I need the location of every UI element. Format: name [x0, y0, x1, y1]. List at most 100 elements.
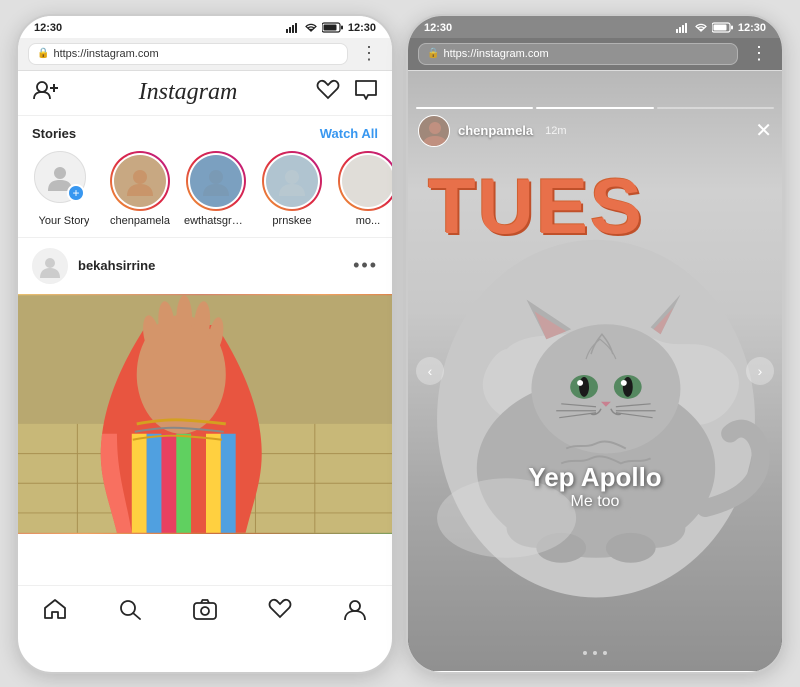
story-bottom-dots — [408, 651, 782, 655]
avatar-face-icon — [125, 166, 155, 196]
search-icon — [118, 598, 142, 620]
story-viewer-container: chenpamela 12m ✕ TUES Yep Apollo Me too … — [408, 71, 782, 671]
profile-icon — [343, 598, 367, 620]
story-viewer: chenpamela 12m ✕ TUES Yep Apollo Me too … — [408, 71, 782, 671]
camera-icon — [193, 598, 217, 620]
post-avatar-icon — [38, 254, 62, 278]
add-user-icon — [32, 79, 60, 101]
status-bar-left: 12:30 — [18, 16, 392, 38]
story-ring-more — [338, 151, 392, 211]
more-avatar-wrap — [338, 151, 392, 211]
status-bar-right: 12:30 12:30 — [408, 16, 782, 38]
story-time: 12m — [545, 125, 566, 137]
status-time-right: 12:30 — [424, 22, 452, 34]
stories-header: Stories Watch All — [18, 116, 392, 147]
wifi-icon — [304, 23, 318, 33]
avatar-face4-icon — [353, 166, 383, 196]
battery-icon — [322, 22, 344, 33]
progress-seg-2 — [536, 107, 653, 109]
story-caption-main: Yep Apollo — [408, 462, 782, 493]
story-nav-left-button[interactable]: ‹ — [416, 357, 444, 385]
your-story-label: Your Story — [39, 215, 90, 227]
heart-icon — [316, 79, 340, 101]
message-nav-icon[interactable] — [354, 79, 378, 107]
post-username: bekahsirrine — [78, 258, 343, 273]
progress-seg-1 — [416, 107, 533, 109]
add-user-button[interactable] — [32, 79, 60, 107]
more-label: mo... — [356, 215, 380, 227]
story-username: chenpamela — [458, 123, 533, 138]
post-more-button[interactable]: ••• — [353, 255, 378, 276]
chenpamela-avatar — [114, 155, 166, 207]
ig-bottom-nav — [18, 585, 392, 639]
watch-all-button[interactable]: Watch All — [320, 126, 378, 141]
story-plus-icon: + — [67, 184, 85, 202]
url-bar-left[interactable]: 🔒 https://instagram.com — [28, 43, 348, 65]
home-nav-button[interactable] — [33, 596, 77, 629]
signal-icon — [286, 23, 300, 33]
search-nav-button[interactable] — [108, 596, 152, 629]
story-nav-right-button[interactable]: › — [746, 357, 774, 385]
stories-row: + Your Story — [18, 147, 392, 238]
your-story-avatar-wrap: + — [34, 151, 94, 211]
avatar-face2-icon — [201, 166, 231, 196]
story-dot-1 — [583, 651, 587, 655]
post-image-svg — [18, 294, 392, 534]
left-phone: 12:30 — [16, 14, 394, 674]
chenpamela-avatar-wrap — [110, 151, 170, 211]
story-item-your-story[interactable]: + Your Story — [32, 151, 96, 227]
progress-seg-3 — [657, 107, 774, 109]
camera-nav-button[interactable] — [183, 596, 227, 629]
story-caption: Yep Apollo Me too — [408, 462, 782, 511]
browser-menu-left[interactable]: ⋮ — [356, 43, 382, 64]
browser-url-right: https://instagram.com — [443, 48, 729, 60]
stories-title: Stories — [32, 126, 76, 141]
ig-topnav-right — [316, 79, 378, 107]
story-caption-sub: Me too — [408, 493, 782, 511]
story-dot-3 — [603, 651, 607, 655]
wifi-icon-right — [694, 23, 708, 33]
story-item-chenpamela[interactable]: chenpamela — [108, 151, 172, 227]
story-progress-bar — [416, 107, 774, 109]
status-icons-right: 12:30 — [676, 22, 766, 34]
heart-nav-button[interactable] — [258, 596, 302, 629]
heart-nav-icon — [268, 598, 292, 620]
story-user-avatar-icon — [419, 116, 450, 147]
story-item-ewthatsgross[interactable]: ewthatsgross — [184, 151, 248, 227]
signal-icon-right — [676, 23, 690, 33]
story-user-avatar[interactable] — [418, 115, 450, 147]
ewthatsgross-avatar — [190, 155, 242, 207]
feed-post-header: bekahsirrine ••• — [18, 238, 392, 294]
story-topbar: chenpamela 12m ✕ — [418, 115, 772, 147]
browser-menu-right[interactable]: ⋮ — [746, 43, 772, 64]
story-item-more[interactable]: mo... — [336, 151, 392, 227]
home-icon — [43, 598, 67, 620]
story-ring-chenpamela — [110, 151, 170, 211]
profile-nav-button[interactable] — [333, 596, 377, 629]
url-bar-right[interactable]: 🔒 https://instagram.com — [418, 43, 738, 65]
battery-icon-right — [712, 22, 734, 33]
chenpamela-label: chenpamela — [110, 215, 170, 227]
status-icons-left: 12:30 — [286, 22, 376, 34]
ewthatsgross-avatar-wrap — [186, 151, 246, 211]
right-phone: 12:30 12:30 — [406, 14, 784, 674]
story-big-text: TUES — [428, 161, 644, 252]
browser-bar-right: 🔒 https://instagram.com ⋮ — [408, 38, 782, 71]
story-ring-ewthatsgross — [186, 151, 246, 211]
ewthatsgross-label: ewthatsgross — [184, 215, 248, 227]
message-icon — [354, 79, 378, 101]
instagram-app: Instagram Stories — [18, 71, 392, 639]
prnskee-avatar-wrap — [262, 151, 322, 211]
story-item-prnskee[interactable]: prnskee — [260, 151, 324, 227]
avatar-face3-icon — [277, 166, 307, 196]
status-time-left: 12:30 — [34, 22, 62, 34]
browser-bar-left: 🔒 https://instagram.com ⋮ — [18, 38, 392, 71]
story-close-button[interactable]: ✕ — [755, 118, 772, 143]
browser-url-left: https://instagram.com — [53, 48, 339, 60]
story-dot-2 — [593, 651, 597, 655]
more-avatar — [342, 155, 392, 207]
prnskee-avatar — [266, 155, 318, 207]
post-avatar-bekah[interactable] — [32, 248, 68, 284]
battery-time-right: 12:30 — [738, 22, 766, 34]
heart-nav-icon[interactable] — [316, 79, 340, 107]
